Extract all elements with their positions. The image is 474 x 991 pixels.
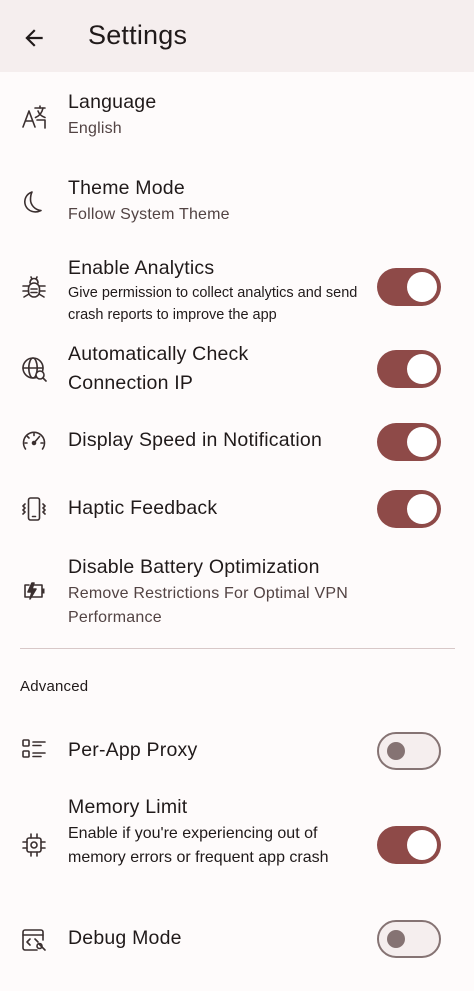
setting-description: Enable if you're experiencing out of mem… <box>68 825 329 866</box>
setting-check-ip[interactable]: Automatically Check Connection IP <box>0 340 474 400</box>
page-title: Settings <box>88 20 188 50</box>
setting-label: Automatically Check Connection IP <box>68 343 249 394</box>
speedometer-icon <box>20 427 48 455</box>
per-app-proxy-toggle[interactable] <box>377 732 441 770</box>
toggle-knob <box>407 830 437 860</box>
debug-code-icon <box>20 926 48 954</box>
setting-language[interactable]: Language English <box>0 84 474 160</box>
analytics-toggle[interactable] <box>377 268 441 306</box>
setting-label: Disable Battery Optimization <box>68 556 320 578</box>
toggle-knob <box>387 742 405 760</box>
memory-chip-icon <box>20 831 48 859</box>
top-app-bar: Settings <box>0 0 474 72</box>
toggle-knob <box>407 494 437 524</box>
toggle-knob <box>407 272 437 302</box>
setting-theme-mode[interactable]: Theme Mode Follow System Theme <box>0 172 474 248</box>
setting-description: Remove Restrictions For Optimal VPN Perf… <box>68 585 348 626</box>
translate-icon <box>20 102 48 130</box>
check-ip-toggle[interactable] <box>377 350 441 388</box>
back-button[interactable] <box>14 18 54 58</box>
setting-label: Enable Analytics <box>68 257 215 279</box>
globe-search-icon <box>20 355 48 383</box>
memory-limit-toggle[interactable] <box>377 826 441 864</box>
phone-vibrate-icon <box>20 495 48 523</box>
setting-description: Give permission to collect analytics and… <box>68 285 358 323</box>
setting-speed-notification[interactable]: Display Speed in Notification <box>0 422 474 462</box>
battery-saver-icon <box>20 577 48 605</box>
advanced-section-header: Advanced <box>20 678 89 695</box>
toggle-knob <box>407 427 437 457</box>
speed-notification-toggle[interactable] <box>377 423 441 461</box>
setting-label: Per-App Proxy <box>68 739 198 761</box>
setting-debug-mode[interactable]: Debug Mode <box>0 918 474 960</box>
debug-mode-toggle[interactable] <box>377 920 441 958</box>
setting-label: Debug Mode <box>68 927 182 949</box>
setting-battery-optimization[interactable]: Disable Battery Optimization Remove Rest… <box>0 553 474 633</box>
setting-label: Display Speed in Notification <box>68 429 323 451</box>
arrow-back-icon <box>25 29 43 47</box>
toggle-knob <box>407 354 437 384</box>
section-divider <box>20 648 455 649</box>
setting-analytics[interactable]: Enable Analytics Give permission to coll… <box>0 254 474 326</box>
setting-value: English <box>68 120 122 137</box>
setting-label: Theme Mode <box>68 177 185 199</box>
bug-icon <box>20 274 48 302</box>
haptic-toggle[interactable] <box>377 490 441 528</box>
app-list-icon <box>20 736 48 764</box>
crescent-moon-icon <box>20 188 48 216</box>
setting-haptic[interactable]: Haptic Feedback <box>0 489 474 529</box>
setting-value: Follow System Theme <box>68 206 230 223</box>
setting-memory-limit[interactable]: Memory Limit Enable if you're experienci… <box>0 793 474 893</box>
setting-label: Memory Limit <box>68 796 188 818</box>
setting-label: Language <box>68 91 157 113</box>
setting-label: Haptic Feedback <box>68 497 218 519</box>
toggle-knob <box>387 930 405 948</box>
setting-per-app-proxy[interactable]: Per-App Proxy <box>0 730 474 772</box>
